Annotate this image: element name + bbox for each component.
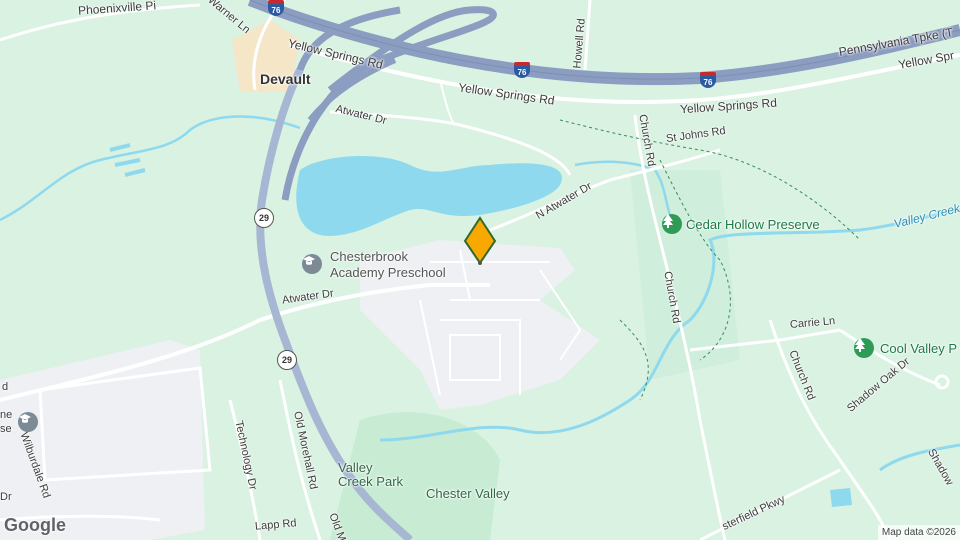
label-cedar-hollow-preserve: Cedar Hollow Preserve <box>686 217 820 232</box>
label-chesterbrook-2: Academy Preschool <box>330 265 446 280</box>
graduation-cap-icon-west <box>19 414 31 423</box>
route-29-shield-1: 29 <box>254 208 274 228</box>
small-ponds <box>109 143 146 177</box>
side-road <box>439 79 456 126</box>
graduation-cap-icon <box>303 256 315 265</box>
map-view[interactable]: 29 29 76 76 76 Phoenixville Pi Warner Ln… <box>0 0 960 540</box>
label-chester-valley: Chester Valley <box>426 486 510 501</box>
google-logo: Google <box>4 515 66 535</box>
pin-point <box>478 261 482 265</box>
route-29-shield-2: 29 <box>277 350 297 370</box>
cul-de-sac <box>934 374 950 390</box>
stream-north <box>0 115 301 222</box>
label-left-d: d <box>2 381 9 393</box>
tree-icon-cedar-hollow[interactable] <box>662 214 682 234</box>
lake <box>296 155 562 236</box>
label-cool-valley-park: Cool Valley P <box>880 341 958 356</box>
map-canvas <box>0 0 960 540</box>
school-icon-west[interactable] <box>18 412 38 432</box>
pond-east <box>830 488 852 507</box>
label-valley-creek-park-1: Valley <box>338 460 373 475</box>
interstate-76-shield-2: 76 <box>514 62 530 78</box>
label-chesterbrook-1: Chesterbrook <box>330 249 409 264</box>
stream-east <box>879 443 960 472</box>
pin-shape <box>463 216 497 265</box>
label-left-dr: Dr <box>0 491 12 503</box>
label-valley-creek-park-2: Creek Park <box>338 474 404 489</box>
interstate-76-shield-1: 76 <box>268 0 284 16</box>
label-left-se: se <box>0 423 12 435</box>
map-attribution[interactable]: Map data ©2026 <box>877 525 960 540</box>
label-left-ne: ne <box>0 409 13 421</box>
tree-icon-cool-valley[interactable] <box>854 338 874 358</box>
label-devault: Devault <box>260 71 311 87</box>
interstate-76-shield-3: 76 <box>700 72 716 88</box>
school-icon[interactable] <box>302 254 322 274</box>
